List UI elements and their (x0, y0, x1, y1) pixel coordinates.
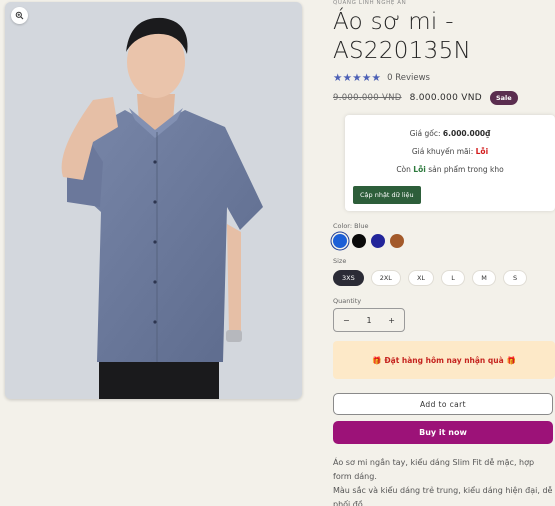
gift-icon: 🎁 (372, 355, 382, 365)
model-photo (5, 2, 302, 399)
product-description: Áo sơ mi ngắn tay, kiểu dáng Slim Fit dễ… (333, 456, 555, 506)
size-options: 3XS 2XL XL L M S (333, 270, 528, 286)
rating: ★★★★★ 0 Reviews (333, 72, 430, 84)
original-price-label: Giá gốc: (409, 129, 441, 138)
zoom-button[interactable] (11, 7, 28, 24)
star-rating-icon: ★★★★★ (333, 72, 382, 84)
promo-price-label: Giá khuyến mãi: (411, 147, 474, 156)
stock-suffix: sản phẩm trong kho (428, 165, 504, 174)
stock-line: Còn Lỗi sản phẩm trong kho (345, 165, 555, 174)
product-image[interactable] (5, 2, 302, 399)
regular-price: 9.000.000 VND (333, 93, 402, 103)
update-data-button[interactable]: Cập nhật dữ liệu (353, 186, 421, 204)
size-option-3xs[interactable]: 3XS (333, 270, 364, 286)
size-label: Size (333, 257, 347, 265)
buy-now-button[interactable]: Buy it now (333, 421, 553, 444)
description-line: Màu sắc và kiểu dáng trẻ trung, kiểu dán… (333, 486, 553, 506)
swatch-brown[interactable] (390, 234, 404, 248)
color-label: Color: Blue (333, 222, 369, 230)
swatch-black[interactable] (352, 234, 366, 248)
original-price-line: Giá gốc: 6.000.000₫ (345, 129, 555, 138)
review-count[interactable]: 0 Reviews (387, 73, 430, 83)
stock-value: Lỗi (413, 165, 426, 174)
quantity-label: Quantity (333, 297, 362, 305)
gift-banner: 🎁 Đặt hàng hôm nay nhận quà 🎁 (333, 341, 555, 379)
vendor-name: QUANG LINH NGHỆ AN (333, 0, 407, 6)
size-option-l[interactable]: L (441, 270, 466, 286)
zoom-icon (15, 11, 24, 20)
swatch-navy[interactable] (371, 234, 385, 248)
product-title: Áo sơ mi - AS220135N (333, 9, 472, 64)
promo-price-value: Lỗi (475, 147, 489, 156)
color-swatches (333, 234, 404, 248)
quantity-minus-button[interactable]: − (343, 316, 350, 325)
gift-icon: 🎁 (506, 355, 516, 365)
original-price-value: 6.000.000₫ (442, 129, 491, 138)
swatch-blue[interactable] (333, 234, 347, 248)
add-to-cart-button[interactable]: Add to cart (333, 393, 553, 415)
size-option-s[interactable]: S (503, 270, 528, 286)
sale-price: 8.000.000 VND (409, 93, 482, 103)
quantity-stepper: − 1 + (333, 308, 405, 332)
gift-banner-text: Đặt hàng hôm nay nhận quà (384, 355, 504, 365)
sale-badge: Sale (489, 91, 518, 105)
description-line: Áo sơ mi ngắn tay, kiểu dáng Slim Fit dễ… (333, 458, 535, 481)
size-option-2xl[interactable]: 2XL (370, 270, 401, 286)
stock-prefix: Còn (396, 165, 411, 174)
promo-box: Giá gốc: 6.000.000₫ Giá khuyến mãi: Lỗi … (345, 115, 555, 211)
quantity-plus-button[interactable]: + (388, 316, 395, 325)
promo-price-line: Giá khuyến mãi: Lỗi (345, 147, 555, 156)
size-option-xl[interactable]: XL (407, 270, 435, 286)
size-option-m[interactable]: M (472, 270, 497, 286)
price-row: 9.000.000 VND 8.000.000 VND Sale (333, 91, 518, 105)
quantity-input[interactable]: 1 (366, 316, 371, 325)
